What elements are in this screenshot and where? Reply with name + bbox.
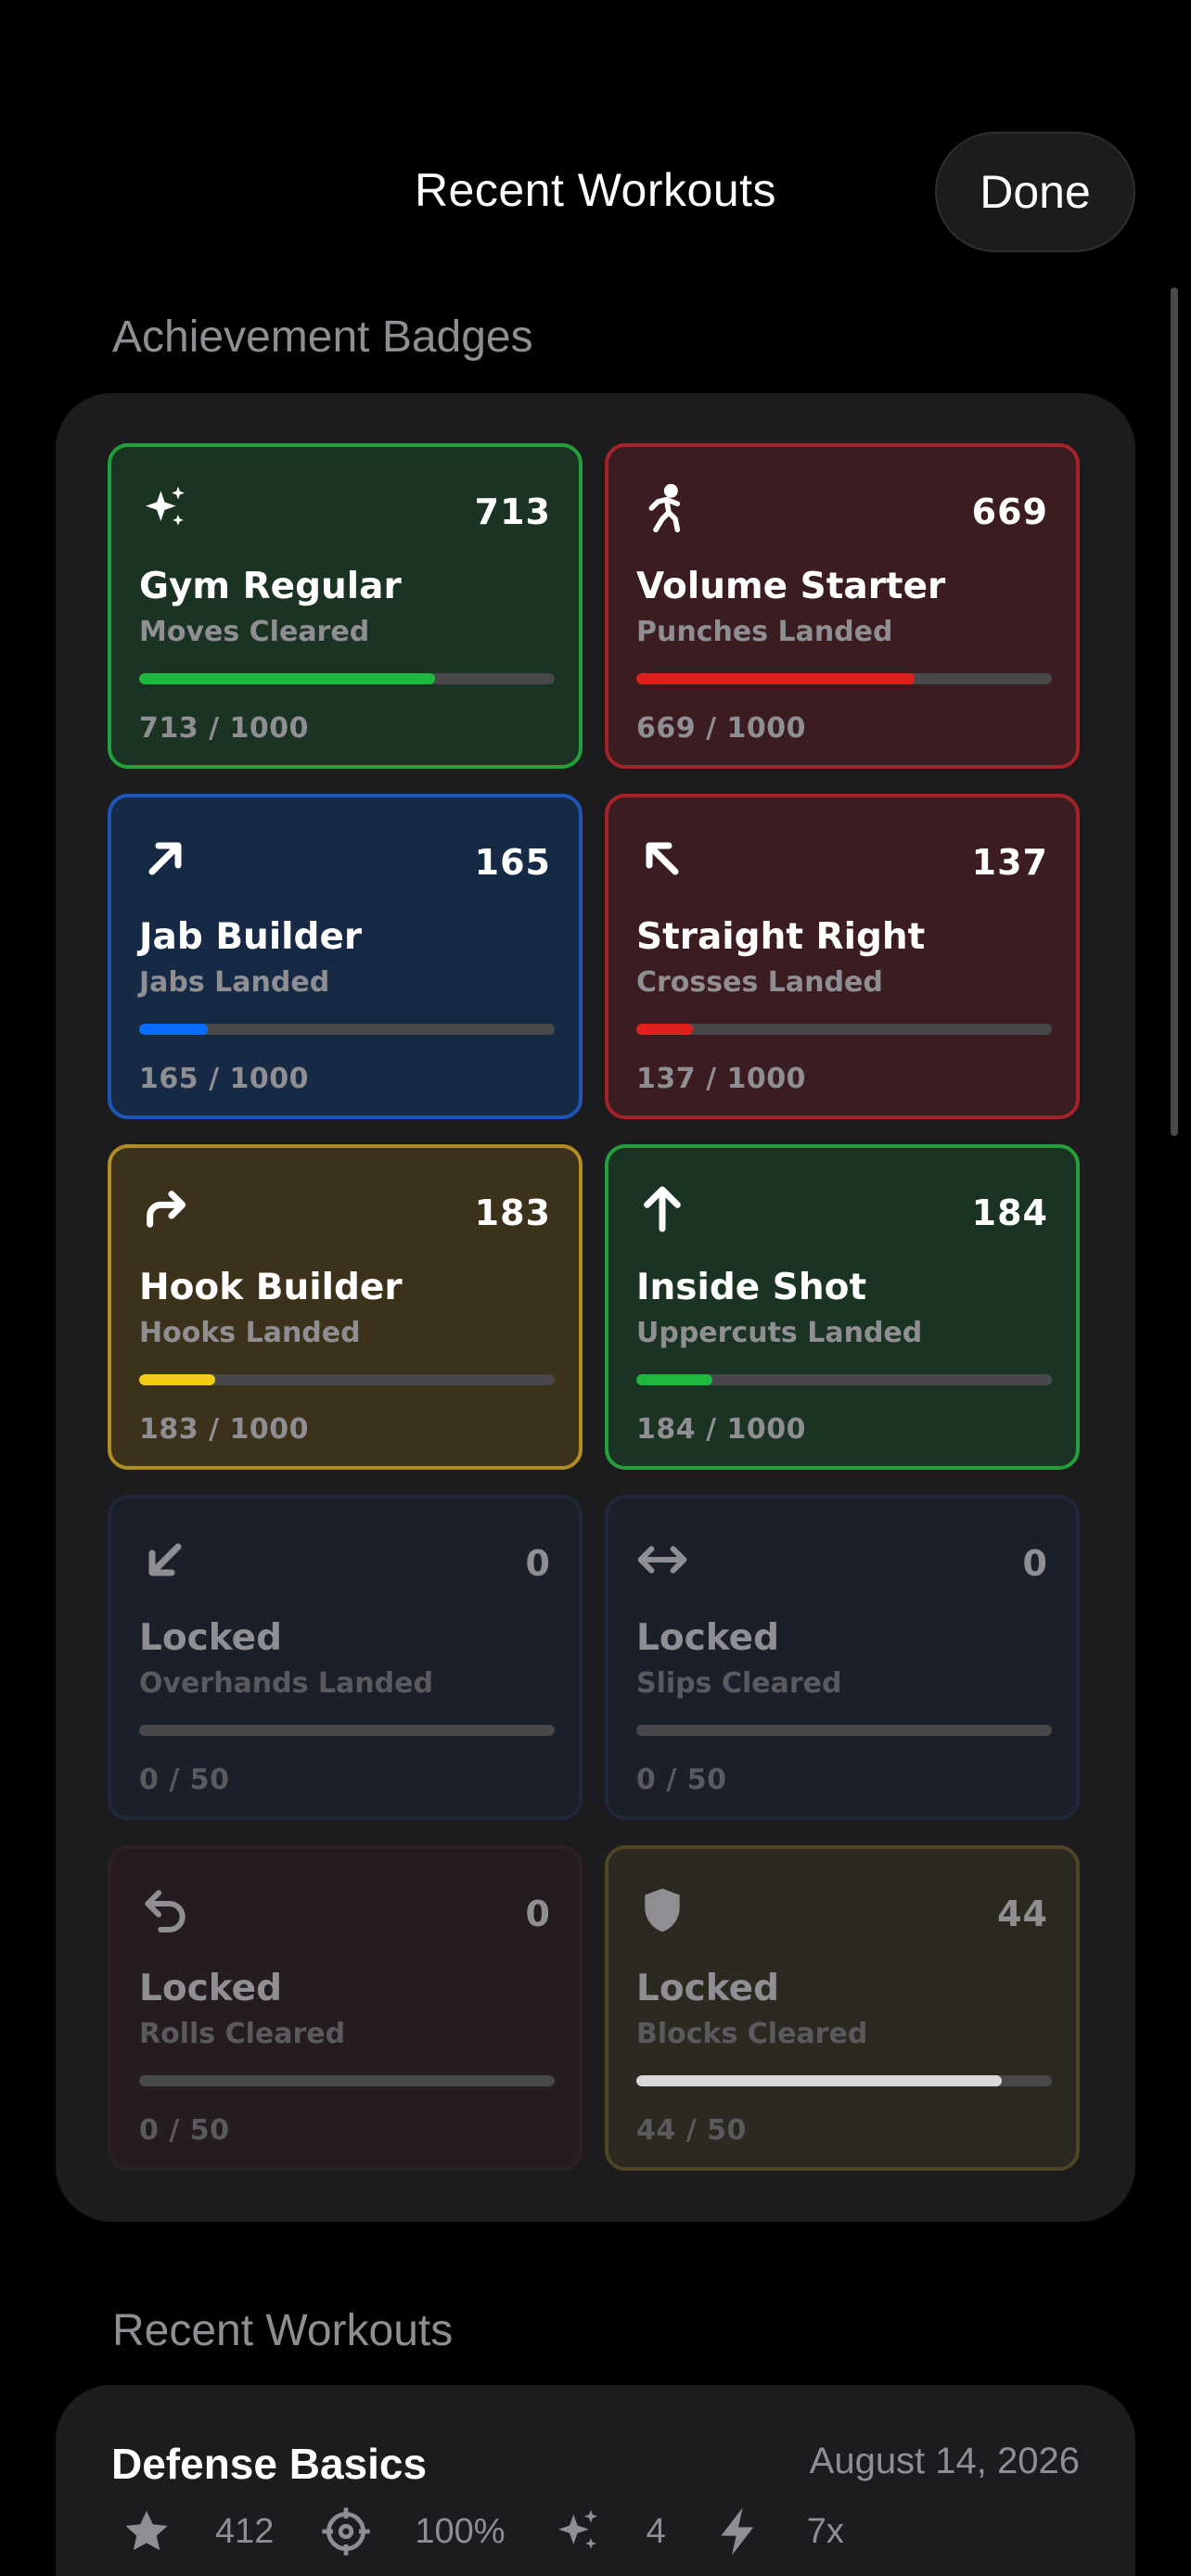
badge-name: Jab Builder — [139, 916, 363, 958]
badge-progress-text: 0 / 50 — [139, 1764, 230, 1796]
badge-name: Locked — [636, 1617, 780, 1659]
badge-progress-text: 184 / 1000 — [636, 1413, 806, 1446]
bolt-icon — [711, 2504, 766, 2559]
badge-progress-text: 44 / 50 — [636, 2114, 747, 2147]
star-icon — [119, 2504, 174, 2559]
badge-progress-fill — [636, 2075, 1003, 2086]
badge-progress-text: 165 / 1000 — [139, 1063, 309, 1095]
badge-card[interactable]: 713 Gym Regular Moves Cleared 713 / 1000 — [108, 443, 583, 769]
stat-value-moves: 4 — [646, 2511, 666, 2551]
badge-progress-bar — [636, 1725, 1052, 1736]
badge-count: 0 — [1022, 1543, 1048, 1584]
badge-progress-fill — [636, 1024, 694, 1035]
badge-progress-fill — [139, 1024, 208, 1035]
badge-subtitle: Moves Cleared — [139, 616, 370, 648]
section-header-achievements: Achievement Badges — [112, 312, 533, 362]
badge-subtitle: Hooks Landed — [139, 1317, 361, 1349]
badge-name: Volume Starter — [636, 566, 946, 607]
badge-progress-text: 0 / 50 — [139, 2114, 230, 2147]
badge-card[interactable]: 137 Straight Right Crosses Landed 137 / 100… — [605, 794, 1080, 1119]
sparkles-icon — [550, 2504, 606, 2559]
badges-panel: 713 Gym Regular Moves Cleared 713 / 1000 669… — [56, 393, 1135, 2222]
badge-count: 669 — [971, 491, 1048, 532]
badge-count: 184 — [971, 1192, 1048, 1233]
arrow-up-icon — [636, 1183, 688, 1235]
done-button[interactable]: Done — [935, 132, 1135, 252]
badge-progress-fill — [636, 1374, 713, 1385]
badge-subtitle: Blocks Cleared — [636, 2018, 868, 2050]
badge-card[interactable]: 165 Jab Builder Jabs Landed 165 / 1000 — [108, 794, 583, 1119]
workout-stats: 412 100% 4 7x — [119, 2494, 889, 2569]
badge-progress-text: 183 / 1000 — [139, 1413, 309, 1446]
arrow-up-left-icon — [636, 833, 688, 885]
workout-card[interactable]: Defense Basics August 14, 2026 412 100% … — [56, 2385, 1135, 2576]
left-right-arrow-icon — [636, 1534, 688, 1586]
badge-subtitle: Rolls Cleared — [139, 2018, 346, 2050]
badge-progress-text: 137 / 1000 — [636, 1063, 806, 1095]
badge-card[interactable]: 0 Locked Rolls Cleared 0 / 50 — [108, 1845, 583, 2171]
badge-card[interactable]: 44 Locked Blocks Cleared 44 / 50 — [605, 1845, 1080, 2171]
badge-progress-fill — [636, 673, 915, 684]
badge-count: 183 — [474, 1192, 551, 1233]
badge-card[interactable]: 0 Locked Slips Cleared 0 / 50 — [605, 1495, 1080, 1820]
badge-progress-bar — [139, 2075, 555, 2086]
badge-card[interactable]: 0 Locked Overhands Landed 0 / 50 — [108, 1495, 583, 1820]
badge-name: Locked — [636, 1968, 780, 2009]
badge-subtitle: Overhands Landed — [139, 1667, 433, 1700]
badge-name: Locked — [139, 1968, 283, 2009]
badge-progress-text: 713 / 1000 — [139, 712, 309, 745]
sparkles-icon — [139, 482, 191, 534]
badge-name: Straight Right — [636, 916, 926, 958]
return-arrow-icon — [139, 1884, 191, 1936]
badge-count: 44 — [997, 1894, 1048, 1934]
scroll-indicator[interactable] — [1171, 287, 1178, 1136]
badge-card[interactable]: 669 Volume Starter Punches Landed 669 / 100… — [605, 443, 1080, 769]
badge-count: 713 — [474, 491, 551, 532]
badge-count: 0 — [525, 1894, 551, 1934]
badge-name: Locked — [139, 1617, 283, 1659]
stat-value-combo: 7x — [806, 2511, 844, 2551]
stat-value-accuracy: 100% — [415, 2511, 506, 2551]
badge-subtitle: Slips Cleared — [636, 1667, 842, 1700]
arrow-up-right-icon — [139, 833, 191, 885]
badge-subtitle: Punches Landed — [636, 616, 893, 648]
badge-name: Hook Builder — [139, 1267, 403, 1308]
badge-card[interactable]: 183 Hook Builder Hooks Landed 183 / 1000 — [108, 1144, 583, 1470]
badge-count: 165 — [474, 842, 551, 883]
badge-name: Inside Shot — [636, 1267, 867, 1308]
boxer-figure-icon — [636, 482, 688, 534]
badge-subtitle: Crosses Landed — [636, 966, 883, 999]
badge-count: 0 — [525, 1543, 551, 1584]
section-header-recent: Recent Workouts — [112, 2306, 454, 2355]
crosshair-icon — [318, 2504, 374, 2559]
badge-progress-bar — [139, 673, 555, 684]
workout-date: August 14, 2026 — [809, 2441, 1080, 2481]
badge-count: 137 — [971, 842, 1048, 883]
badge-progress-bar — [636, 2075, 1052, 2086]
hook-arrow-icon — [139, 1183, 191, 1235]
workout-name: Defense Basics — [111, 2440, 428, 2488]
shield-icon — [636, 1884, 688, 1936]
badge-progress-text: 669 / 1000 — [636, 712, 806, 745]
badge-card[interactable]: 184 Inside Shot Uppercuts Landed 184 / 1000 — [605, 1144, 1080, 1470]
badge-progress-fill — [139, 1374, 215, 1385]
badge-subtitle: Jabs Landed — [139, 966, 330, 999]
badge-progress-bar — [636, 1374, 1052, 1385]
badge-subtitle: Uppercuts Landed — [636, 1317, 923, 1349]
badge-progress-bar — [139, 1725, 555, 1736]
badge-name: Gym Regular — [139, 566, 402, 607]
badge-progress-bar — [636, 673, 1052, 684]
badge-progress-text: 0 / 50 — [636, 1764, 727, 1796]
badge-progress-fill — [139, 673, 436, 684]
stat-value-score: 412 — [215, 2511, 275, 2551]
arrow-down-left-icon — [139, 1534, 191, 1586]
badge-progress-bar — [636, 1024, 1052, 1035]
badge-progress-bar — [139, 1024, 555, 1035]
badge-progress-bar — [139, 1374, 555, 1385]
